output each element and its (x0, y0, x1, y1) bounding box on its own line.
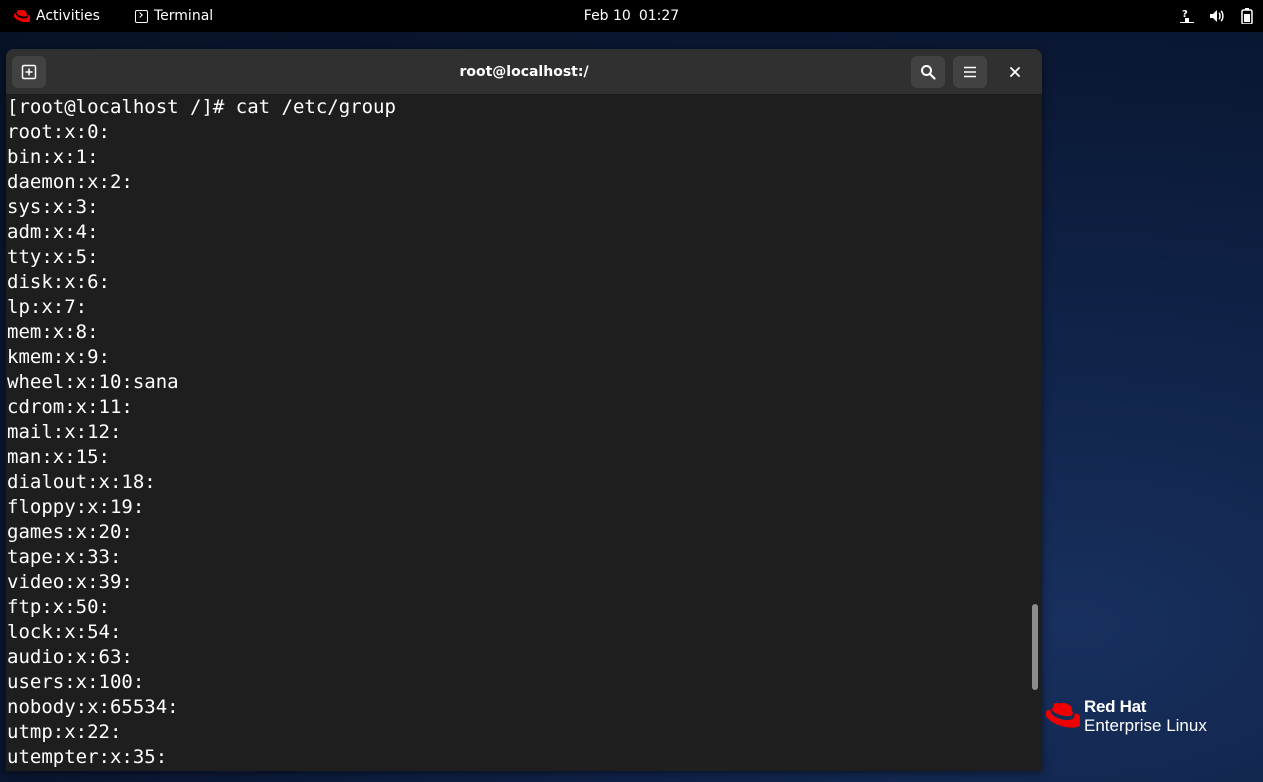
new-tab-icon (21, 64, 37, 80)
top-bar: Activities Terminal Feb 10 01:27 ? (0, 0, 1263, 32)
terminal-output-line: bin:x:1: (7, 146, 99, 168)
terminal-output-line: mem:x:8: (7, 321, 99, 343)
terminal-output-line: root:x:0: (7, 121, 110, 143)
terminal-output-line: tape:x:33: (7, 546, 122, 568)
window-title: root@localhost:/ (459, 64, 589, 80)
terminal-output-line: wheel:x:10:sana (7, 371, 179, 393)
terminal-output-line: kmem:x:9: (7, 346, 110, 368)
clock-time: 01:27 (638, 8, 680, 24)
terminal-output-line: audio:x:63: (7, 646, 133, 668)
terminal-scrollbar[interactable] (1028, 95, 1042, 771)
system-tray[interactable]: ? (1179, 0, 1255, 32)
new-tab-button[interactable] (12, 56, 46, 88)
terminal-output-line: cdrom:x:11: (7, 396, 133, 418)
terminal-output-line: daemon:x:2: (7, 171, 133, 193)
main-menu-button[interactable] (953, 56, 987, 88)
terminal-output[interactable]: [root@localhost /]# cat /etc/group root:x… (6, 95, 1028, 771)
window-headerbar[interactable]: root@localhost:/ (6, 49, 1042, 95)
terminal-output-line: disk:x:6: (7, 271, 110, 293)
terminal-output-line: sys:x:3: (7, 196, 99, 218)
terminal-output-line: video:x:39: (7, 571, 133, 593)
network-unknown-icon[interactable]: ? (1179, 8, 1195, 24)
terminal-output-line: man:x:15: (7, 446, 110, 468)
clock[interactable]: Feb 10 01:27 (0, 0, 1263, 32)
redhat-fedora-icon (1046, 703, 1080, 728)
terminal-prompt-line: [root@localhost /]# cat /etc/group (7, 96, 396, 118)
terminal-output-line: nobody:x:65534: (7, 696, 179, 718)
brand-product: Enterprise Linux (1084, 716, 1207, 735)
terminal-output-line: users:x:100: (7, 671, 145, 693)
clock-date: Feb 10 (583, 8, 631, 24)
svg-text:?: ? (1182, 9, 1188, 20)
terminal-output-line: floppy:x:19: (7, 496, 145, 518)
brand-name: Red Hat (1084, 697, 1147, 716)
hamburger-menu-icon (964, 66, 976, 78)
close-icon (1010, 67, 1020, 77)
search-button[interactable] (911, 56, 945, 88)
battery-icon[interactable] (1239, 8, 1255, 24)
terminal-output-line: dialout:x:18: (7, 471, 156, 493)
terminal-output-line: ftp:x:50: (7, 596, 110, 618)
terminal-output-line: utmp:x:22: (7, 721, 122, 743)
close-window-button[interactable] (1002, 59, 1028, 85)
desktop-background: Activities Terminal Feb 10 01:27 ? root@… (0, 0, 1263, 782)
terminal-output-line: lp:x:7: (7, 296, 88, 318)
volume-icon[interactable] (1209, 8, 1225, 24)
terminal-output-line: utempter:x:35: (7, 746, 168, 768)
terminal-output-line: lock:x:54: (7, 621, 122, 643)
search-icon (921, 65, 936, 80)
terminal-output-line: mail:x:12: (7, 421, 122, 443)
scrollbar-thumb[interactable] (1032, 604, 1038, 690)
terminal-output-line: games:x:20: (7, 521, 133, 543)
terminal-output-line: adm:x:4: (7, 221, 99, 243)
terminal-output-line: tty:x:5: (7, 246, 99, 268)
redhat-enterprise-linux-logo: Red Hat Enterprise Linux (1046, 697, 1207, 735)
terminal-window[interactable]: root@localhost:/ [root@localhost /]# cat… (6, 49, 1042, 771)
